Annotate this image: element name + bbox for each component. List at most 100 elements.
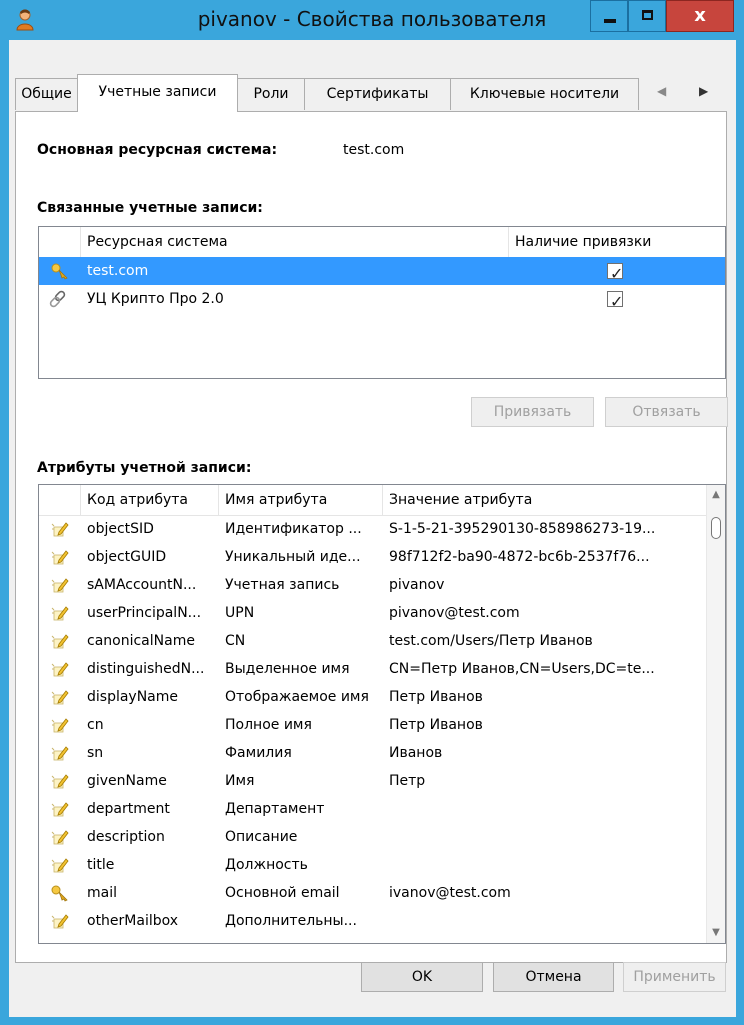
attribute-row[interactable]: objectSID Идентификатор ... S-1-5-21-39529… [39,515,725,543]
tab-general[interactable]: Общие [15,78,78,110]
minimize-button[interactable] [590,0,628,32]
attribute-name: Департамент [225,801,325,817]
tab-certificates[interactable]: Сертификаты [304,78,451,110]
linked-row-name: УЦ Крипто Про 2.0 [87,291,224,307]
attribute-row[interactable]: cn Полное имя Петр Иванов [39,711,725,739]
attribute-code: givenName [87,773,167,789]
linked-accounts-header: Ресурсная система Наличие привязки [39,227,725,258]
attribute-row[interactable]: distinguishedN... Выделенное имя CN=Петр И… [39,655,725,683]
attribute-row[interactable]: objectGUID Уникальный иде... 98f712f2-ba90… [39,543,725,571]
main-system-label: Основная ресурсная система: [37,142,278,158]
attribute-value: Иванов [389,745,443,761]
attribute-row[interactable]: givenName Имя Петр [39,767,725,795]
attributes-list[interactable]: Код атрибута Имя атрибута Значение атриб… [38,484,726,944]
attribute-row[interactable]: otherMailbox Дополнительны... [39,907,725,935]
attributes-scrollbar[interactable]: ▲ ▼ [706,485,725,943]
minimize-icon [604,19,616,23]
pencil-note-icon [51,576,69,594]
pencil-note-icon [51,800,69,818]
pencil-note-icon [51,912,69,930]
attribute-row[interactable]: title Должность [39,851,725,879]
attribute-code: department [87,801,170,817]
scroll-down-icon[interactable]: ▼ [707,923,725,943]
pencil-note-icon [51,604,69,622]
dialog-client-area: Общие Учетные записи Роли Сертификаты Кл… [9,40,736,1017]
pencil-note-icon [51,548,69,566]
cancel-button[interactable]: Отмена [493,962,614,992]
attribute-row[interactable]: mail Основной email ivanov@test.com [39,879,725,907]
tab-key-carriers[interactable]: Ключевые носители [450,78,639,110]
maximize-button[interactable] [628,0,666,32]
pencil-note-icon [51,828,69,846]
attribute-row[interactable]: sn Фамилия Иванов [39,739,725,767]
close-button[interactable]: x [666,0,734,32]
attribute-name: CN [225,633,246,649]
binding-checkbox[interactable]: ✓ [607,263,623,283]
apply-button[interactable]: Применить [623,962,726,992]
attributes-header: Код атрибута Имя атрибута Значение атриб… [39,485,725,516]
attribute-name: Уникальный иде... [225,549,361,565]
attribute-code: sn [87,745,104,761]
attribute-code: description [87,829,165,845]
attribute-value: Петр Иванов [389,717,483,733]
attribute-value: Петр [389,773,426,789]
attribute-row[interactable]: displayName Отображаемое имя Петр Иванов [39,683,725,711]
scroll-thumb[interactable] [711,517,721,539]
pencil-note-icon [51,716,69,734]
linked-row-name: test.com [87,263,149,279]
attribute-value: pivanov [389,577,445,593]
attribute-name: Учетная запись [225,577,340,593]
attribute-code: userPrincipalN... [87,605,202,621]
attributes-title: Атрибуты учетной записи: [37,460,252,476]
accounts-tab-panel: Основная ресурсная система: test.com Свя… [15,111,728,963]
attribute-code: distinguishedN... [87,661,205,677]
attribute-name: Полное имя [225,717,312,733]
tab-accounts[interactable]: Учетные записи [77,74,238,112]
column-icon-spacer [39,227,81,257]
chain-link-icon [49,290,66,308]
binding-checkbox[interactable]: ✓ [607,291,623,311]
attribute-row[interactable]: userPrincipalN... UPN pivanov@test.com [39,599,725,627]
attribute-value: 98f712f2-ba90-4872-bc6b-2537f76... [389,549,650,565]
title-bar[interactable]: pivanov - Свойства пользователя x [0,0,744,40]
ok-button[interactable]: OK [361,962,483,992]
tab-roles[interactable]: Роли [237,78,305,110]
maximize-icon [642,10,653,20]
attribute-value: S-1-5-21-395290130-858986273-19... [389,521,656,537]
unbind-button[interactable]: Отвязать [605,397,728,427]
attribute-row[interactable]: description Описание [39,823,725,851]
attribute-code: otherMailbox [87,913,179,929]
attribute-code: displayName [87,689,179,705]
attribute-row[interactable]: department Департамент [39,795,725,823]
tab-scroll-left-icon[interactable]: ◀ [657,84,666,98]
key-icon [51,884,69,902]
checkmark-icon: ✓ [610,264,624,283]
column-attribute-code[interactable]: Код атрибута [81,485,219,515]
attribute-row[interactable]: canonicalName CN test.com/Users/Петр Ивано… [39,627,725,655]
pencil-note-icon [51,772,69,790]
linked-row-cryptopro[interactable]: УЦ Крипто Про 2.0 ✓ [39,285,725,313]
attribute-code: objectGUID [87,549,167,565]
attribute-name: Основной email [225,885,340,901]
close-icon: x [694,5,706,26]
tab-bar: Общие Учетные записи Роли Сертификаты Кл… [15,74,727,112]
column-binding-presence[interactable]: Наличие привязки [509,227,725,257]
dialog-window: pivanov - Свойства пользователя x Общие … [0,0,744,1025]
attribute-code: title [87,857,115,873]
key-icon [51,263,68,280]
linked-accounts-title: Связанные учетные записи: [37,200,263,216]
column-resource-system[interactable]: Ресурсная система [81,227,509,257]
column-attribute-name[interactable]: Имя атрибута [219,485,383,515]
scroll-up-icon[interactable]: ▲ [707,485,725,505]
bind-button[interactable]: Привязать [471,397,594,427]
attribute-value: ivanov@test.com [389,885,511,901]
linked-row-test-com[interactable]: test.com ✓ [39,257,725,285]
attribute-name: Дополнительны... [225,913,357,929]
attribute-row[interactable]: sAMAccountN... Учетная запись pivanov [39,571,725,599]
attribute-value: test.com/Users/Петр Иванов [389,633,593,649]
attribute-value: CN=Петр Иванов,CN=Users,DC=te... [389,661,655,677]
linked-accounts-list[interactable]: Ресурсная система Наличие привязки test.… [38,226,726,379]
column-icon-spacer [39,485,81,515]
tab-scroll-right-icon[interactable]: ▶ [699,84,708,98]
column-attribute-value[interactable]: Значение атрибута [383,485,707,515]
